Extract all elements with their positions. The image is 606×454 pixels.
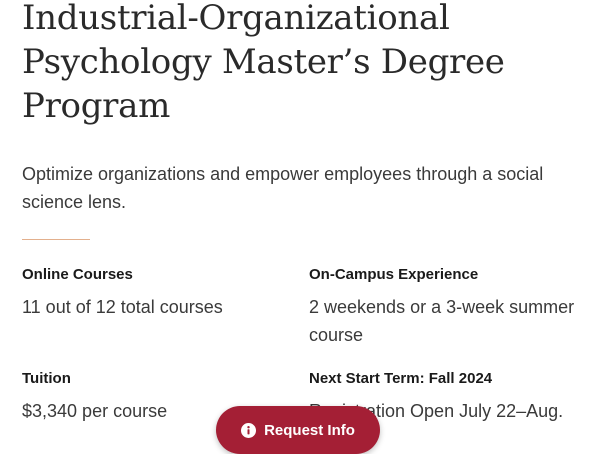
fact-value: 2 weekends or a 3-week summer course [309,297,575,345]
fact-label: On-Campus Experience [309,266,479,283]
request-info-button[interactable]: Request Info [216,406,380,454]
fact-on-campus-experience: On-Campus Experience 2 weekends or a 3-w… [309,265,579,349]
fact-label: Online Courses [22,266,133,283]
page-title: Industrial-Organizational Psychology Mas… [22,0,505,126]
program-description: Optimize organizations and empower emplo… [22,164,544,212]
accent-divider [22,239,90,240]
fact-label: Next Start Term: Fall 2024 [309,370,493,387]
info-icon [241,422,257,438]
fact-value: 11 out of 12 total courses [22,297,223,317]
fact-online-courses: Online Courses 11 out of 12 total course… [22,265,292,321]
request-info-label: Request Info [264,421,355,439]
fact-label: Tuition [22,370,71,387]
